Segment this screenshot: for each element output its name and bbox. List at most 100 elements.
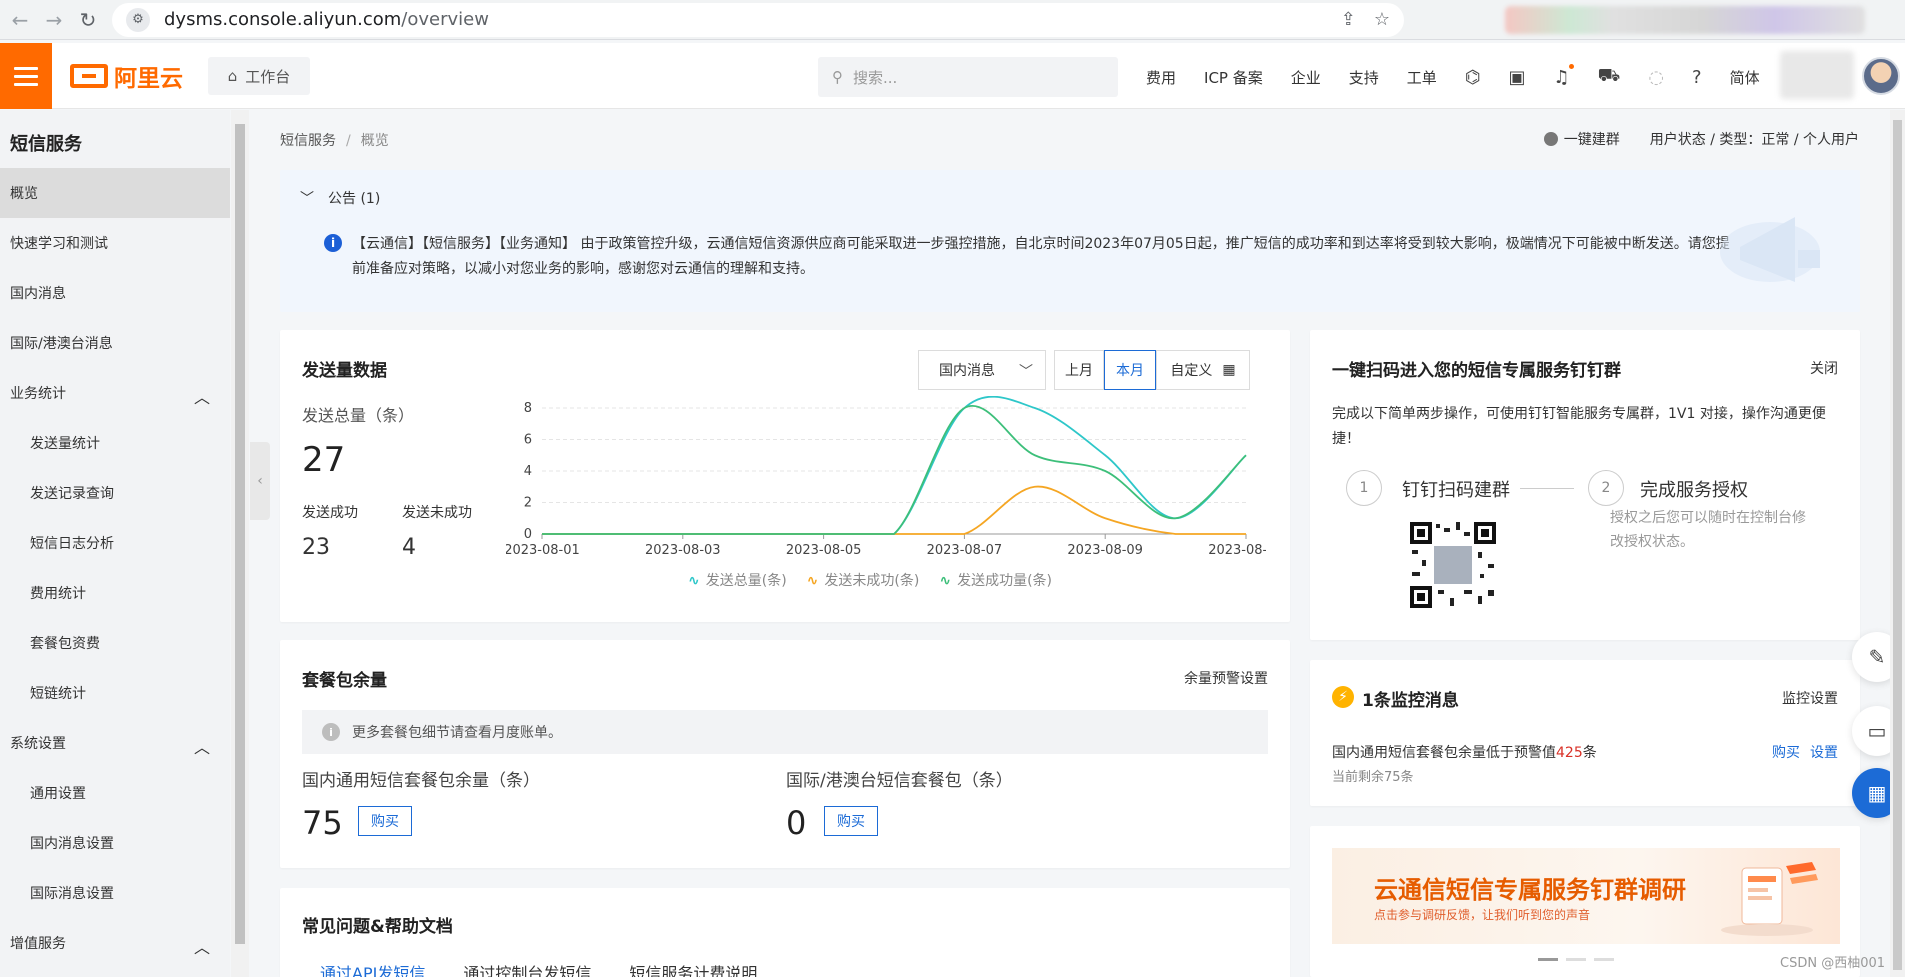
menu-icon[interactable] (0, 43, 52, 109)
nav-ticket[interactable]: 工单 (1407, 67, 1437, 88)
sidebar-item-international[interactable]: 国际/港澳台消息 (0, 318, 230, 368)
y-tick-label: 2 (524, 496, 532, 511)
search-input[interactable]: ⚲ 搜索... (818, 57, 1118, 97)
legend-label: 发送未成功(条) (824, 573, 920, 589)
qr-code (1408, 520, 1498, 610)
carousel-dot[interactable] (1538, 958, 1558, 961)
tab-api-send[interactable]: 通过API发短信 (320, 960, 425, 977)
tab-billing[interactable]: 短信服务计费说明 (629, 960, 757, 977)
breadcrumb: 短信服务 / 概览 (280, 130, 389, 150)
chevron-left-icon: ‹ (257, 473, 263, 489)
banner-subtitle: 点击参与调研反馈，让我们听到您的声音 (1374, 908, 1591, 922)
chevron-up-icon: ︿ (193, 938, 210, 957)
address-bar[interactable]: ⚙ dysms.console.aliyun.com/overview ⇪ ☆ (112, 2, 1404, 37)
sidebar-scrollbar[interactable] (231, 110, 249, 977)
legend-item-fail[interactable]: ∿ 发送未成功(条) (807, 570, 920, 590)
sidebar-item-label: 发送量统计 (30, 436, 100, 452)
step-1-title: 钉钉扫码建群 (1402, 480, 1510, 501)
banner-card: 云通信短信专属服务钉群调研 点击参与调研反馈，让我们听到您的声音 (1310, 826, 1860, 977)
bell-icon[interactable]: ♫ (1554, 63, 1574, 88)
legend-label: 发送总量(条) (705, 573, 787, 589)
intl-buy-button[interactable]: 购买 (824, 806, 878, 836)
sidebar-item-overview[interactable]: 概览 (0, 168, 230, 218)
close-button[interactable]: 关闭 (1810, 358, 1838, 378)
monitor-buy-link[interactable]: 购买 (1772, 742, 1800, 762)
sidebar-group-stats[interactable]: 业务统计 ︿ (0, 368, 230, 418)
info-icon: i (322, 723, 340, 741)
language-switch[interactable]: 简体 (1730, 67, 1760, 88)
sidebar-item-general-settings[interactable]: 通用设置 (0, 768, 230, 818)
forward-icon[interactable]: → (40, 6, 68, 34)
lightning-icon: ⚡ (1332, 686, 1354, 708)
sidebar-collapse-handle[interactable]: ‹ (250, 442, 270, 520)
step-2-desc: 授权之后您可以随时在控制台修改授权状态。 (1610, 510, 1806, 550)
sidebar-group-value-added[interactable]: 增值服务 ︿ (0, 918, 230, 968)
sidebar-item-log-analysis[interactable]: 短信日志分析 (0, 518, 230, 568)
total-value: 27 (302, 440, 346, 480)
code-icon[interactable]: ⌬ (1465, 67, 1481, 88)
x-tick-label: 2023-08-05 (786, 543, 862, 558)
sidebar-item-send-stats[interactable]: 发送量统计 (0, 418, 230, 468)
sidebar-item-domestic[interactable]: 国内消息 (0, 268, 230, 318)
avatar[interactable] (1862, 57, 1900, 95)
nav-support[interactable]: 支持 (1349, 67, 1379, 88)
workbench-button[interactable]: ⌂ 工作台 (208, 57, 310, 95)
step-connector (1520, 488, 1574, 489)
account-name-blurred[interactable] (1780, 51, 1854, 99)
total-label: 发送总量（条） (302, 406, 415, 425)
this-month-button[interactable]: 本月 (1104, 350, 1156, 390)
legend-item-success[interactable]: ∿ 发送成功量(条) (939, 570, 1052, 590)
lightbulb-icon[interactable]: ◌ (1648, 67, 1664, 88)
sidebar-item-quickstart[interactable]: 快速学习和测试 (0, 218, 230, 268)
group-link-label: 一键建群 (1563, 132, 1620, 148)
custom-range-button[interactable]: 自定义 ▦ (1156, 350, 1250, 390)
faq-title: 常见问题&帮助文档 (302, 917, 453, 937)
sidebar: 短信服务 概览 快速学习和测试 国内消息 国际/港澳台消息 业务统计 ︿ 发送量统… (0, 110, 230, 977)
site-info-icon[interactable]: ⚙ (126, 7, 150, 32)
announcement-toggle[interactable]: ﹀ 公告 (1) (300, 188, 380, 208)
sidebar-item-package-fees[interactable]: 套餐包资费 (0, 618, 230, 668)
announcement-text: 【云通信】【短信服务】【业务通知】 由于政策管控升级，云通信短信资源供应商可能采… (352, 236, 1730, 277)
nav-enterprise[interactable]: 企业 (1291, 67, 1321, 88)
send-volume-chart: 0 2 4 6 8 2023-08-01 2023-08-03 2023-08-05 2023-… (506, 396, 1266, 558)
reload-icon[interactable]: ↻ (74, 6, 102, 34)
banner-title: 云通信短信专属服务钉群调研 (1374, 876, 1686, 904)
legend-item-total[interactable]: ∿ 发送总量(条) (688, 570, 787, 590)
package-title: 套餐包余量 (302, 671, 387, 691)
nav-fee[interactable]: 费用 (1146, 67, 1176, 88)
custom-range-label: 自定义 (1170, 363, 1213, 379)
sidebar-item-shortlink-stats[interactable]: 短链统计 (0, 668, 230, 718)
cart-icon[interactable]: ⛟ (1598, 65, 1621, 89)
group-link[interactable]: 一键建群 (1543, 129, 1620, 149)
breadcrumb-root[interactable]: 短信服务 (280, 133, 336, 149)
logo-text: 阿里云 (114, 66, 183, 92)
page-scrollbar[interactable] (1890, 110, 1905, 977)
share-icon[interactable]: ⇪ (1341, 9, 1356, 30)
carousel-dot[interactable] (1594, 958, 1614, 961)
sidebar-item-domestic-settings[interactable]: 国内消息设置 (0, 818, 230, 868)
nav-icp[interactable]: ICP 备案 (1204, 67, 1263, 88)
dropdown-value: 国内消息 (939, 363, 995, 379)
aliyun-logo[interactable]: 阿里云 (70, 62, 183, 92)
success-label: 发送成功 (302, 505, 358, 521)
sidebar-item-intl-settings[interactable]: 国际消息设置 (0, 868, 230, 918)
balance-alert-settings-link[interactable]: 余量预警设置 (1184, 668, 1268, 688)
survey-banner[interactable]: 云通信短信专属服务钉群调研 点击参与调研反馈，让我们听到您的声音 (1332, 848, 1840, 944)
carousel-dot[interactable] (1566, 958, 1586, 961)
message-type-dropdown[interactable]: 国内消息 ﹀ (918, 350, 1046, 390)
help-icon[interactable]: ? (1692, 67, 1702, 88)
breadcrumb-current: 概览 (360, 133, 389, 149)
megaphone-icon (1720, 217, 1820, 282)
terminal-icon[interactable]: ▣ (1509, 67, 1526, 88)
domestic-buy-button[interactable]: 购买 (358, 806, 412, 836)
bookmark-star-icon[interactable]: ☆ (1374, 9, 1390, 30)
sidebar-group-settings[interactable]: 系统设置 ︿ (0, 718, 230, 768)
monitor-set-link[interactable]: 设置 (1810, 742, 1838, 762)
last-month-button[interactable]: 上月 (1054, 350, 1104, 390)
monitor-settings-link[interactable]: 监控设置 (1782, 688, 1838, 708)
home-icon: ⌂ (227, 67, 238, 85)
back-icon[interactable]: ← (6, 6, 34, 34)
sidebar-item-send-records[interactable]: 发送记录查询 (0, 468, 230, 518)
tab-console-send[interactable]: 通过控制台发短信 (463, 960, 591, 977)
sidebar-item-fee-stats[interactable]: 费用统计 (0, 568, 230, 618)
